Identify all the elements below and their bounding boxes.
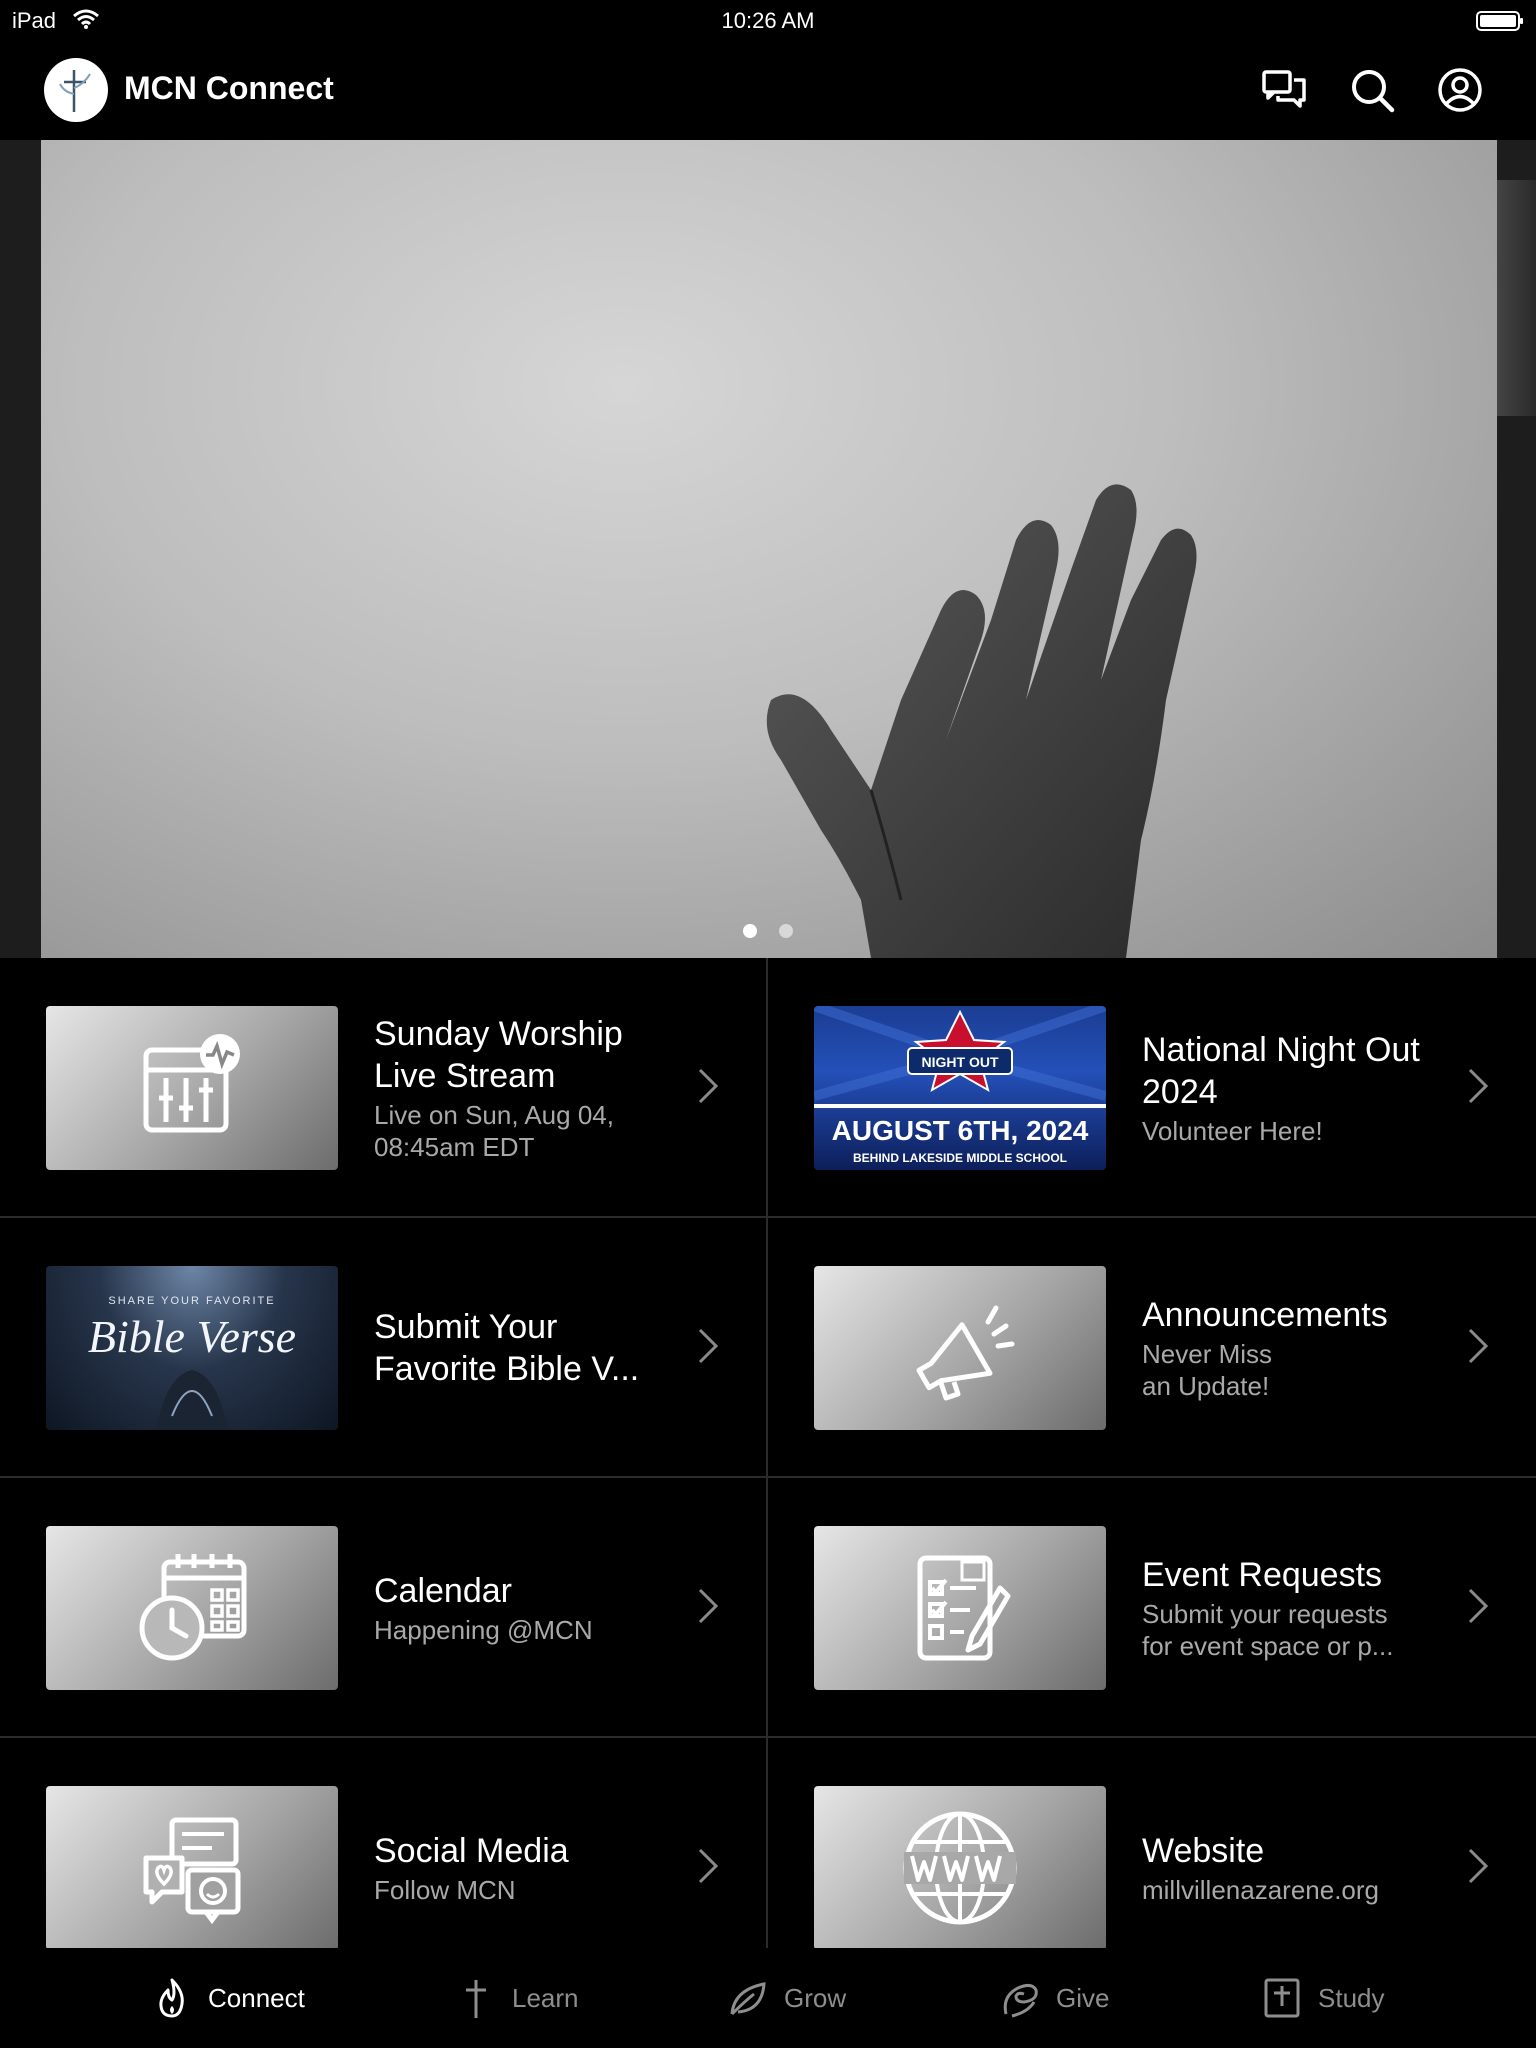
carousel-pagination [0, 924, 1536, 943]
calendar-clock-icon [139, 1554, 247, 1661]
app-header: MCN Connect [0, 40, 1536, 140]
tile-calendar[interactable]: Calendar Happening @MCN [0, 1478, 768, 1738]
chevron-right-icon [698, 1328, 719, 1364]
chevron-right-icon [1468, 1848, 1489, 1884]
give-icon [1003, 1983, 1038, 2018]
tile-title: Calendar [374, 1572, 512, 1610]
bible-icon [1264, 1978, 1300, 2018]
cross-icon [466, 1980, 486, 2018]
tile-title: National Night Out 2024 [1142, 1031, 1420, 1111]
tile-bible-verse[interactable]: SHARE YOUR FAVORITE Bible Verse Submit Y… [0, 1218, 768, 1478]
tile-thumbnail [46, 1786, 338, 1948]
tab-label: Connect [208, 1982, 305, 2013]
chevron-right-icon [1468, 1328, 1489, 1364]
tab-label: Grow [784, 1982, 847, 2013]
search-button[interactable] [1348, 66, 1396, 114]
tab-label: Learn [512, 1982, 579, 2013]
chevron-right-icon [698, 1068, 719, 1104]
tile-thumbnail: SHARE YOUR FAVORITE Bible Verse [46, 1266, 338, 1430]
tile-thumbnail: NIGHT OUT AUGUST 6TH, 2024 BEHIND LAKESI… [814, 1006, 1106, 1170]
tile-title: Submit Your Favorite Bible V... [374, 1308, 640, 1388]
tile-subtitle: Never Miss an Update! [1142, 1339, 1273, 1401]
app-title: MCN Connect [124, 70, 334, 106]
carousel-dot-2[interactable] [779, 924, 794, 938]
next-slide-peek [1497, 180, 1536, 416]
live-stream-icon [143, 1034, 240, 1133]
profile-button[interactable] [1436, 66, 1484, 114]
tab-study[interactable]: Study [1260, 1970, 1385, 2026]
tab-label: Study [1318, 1982, 1385, 2013]
tile-subtitle: Volunteer Here! [1142, 1116, 1323, 1146]
leaf-icon [730, 1982, 766, 2016]
tile-national-night-out[interactable]: NIGHT OUT AUGUST 6TH, 2024 BEHIND LAKESI… [768, 958, 1536, 1218]
social-chat-icon [143, 1817, 241, 1925]
chat-icon [1262, 70, 1306, 108]
tile-thumbnail [46, 1526, 338, 1690]
tile-thumbnail [814, 1786, 1106, 1948]
tile-title: Website [1142, 1832, 1265, 1870]
checklist-icon [917, 1555, 1011, 1661]
app-screen: iPad 10:26 AM MCN Connect Sunday Worship… [0, 0, 1536, 2048]
status-bar: iPad 10:26 AM [0, 0, 1536, 40]
night-out-banner: NIGHT OUT AUGUST 6TH, 2024 BEHIND LAKESI… [814, 1006, 1106, 1165]
tile-subtitle: Submit your requests for event space or … [1142, 1599, 1394, 1661]
raised-hand-image [766, 484, 1197, 958]
bible-banner-script-text: Bible Verse [88, 1311, 296, 1362]
bible-banner-small-text: SHARE YOUR FAVORITE [108, 1295, 275, 1307]
tile-title: Announcements [1142, 1296, 1388, 1334]
flame-icon [159, 1978, 184, 2018]
church-logo[interactable] [44, 58, 108, 122]
tab-label: Give [1056, 1982, 1110, 2013]
megaphone-icon [916, 1305, 1015, 1401]
bottom-tab-bar: Connect Learn Grow Give Study [0, 1948, 1536, 2048]
night-out-badge-text: NIGHT OUT [922, 1054, 999, 1070]
tab-grow[interactable]: Grow [726, 1970, 846, 2026]
tile-subtitle: Happening @MCN [374, 1615, 593, 1645]
tile-website[interactable]: Website millvillenazarene.org [768, 1738, 1536, 1948]
tile-title: Event Requests [1142, 1556, 1383, 1594]
tile-announcements[interactable]: Announcements Never Miss an Update! [768, 1218, 1536, 1478]
tile-subtitle: Live on Sun, Aug 04, 08:45am EDT [374, 1100, 614, 1162]
night-out-location-text: BEHIND LAKESIDE MIDDLE SCHOOL [853, 1151, 1067, 1165]
hero-carousel[interactable] [0, 140, 1536, 958]
tile-social-media[interactable]: Social Media Follow MCN [0, 1738, 768, 1948]
tile-title: Social Media [374, 1832, 569, 1870]
chevron-right-icon [698, 1588, 719, 1624]
tile-thumbnail [814, 1526, 1106, 1690]
chevron-right-icon [1468, 1068, 1489, 1104]
tile-text: Submit Your Favorite Bible V... [374, 1218, 674, 1478]
tile-thumbnail [814, 1266, 1106, 1430]
search-icon [1352, 70, 1395, 113]
tile-text: Sunday Worship Live Stream Live on Sun, … [374, 958, 674, 1218]
tile-sunday-worship[interactable]: Sunday Worship Live Stream Live on Sun, … [0, 958, 768, 1218]
chevron-right-icon [1468, 1588, 1489, 1624]
tile-thumbnail [46, 1006, 338, 1170]
hero-slide-praying-hand[interactable] [41, 140, 1497, 958]
messages-button[interactable] [1260, 66, 1308, 114]
bible-verse-banner: SHARE YOUR FAVORITE Bible Verse [88, 1295, 296, 1430]
tab-connect[interactable]: Connect [150, 1970, 305, 2026]
tile-text: Announcements Never Miss an Update! [1142, 1218, 1442, 1478]
chevron-right-icon [698, 1848, 719, 1884]
globe-www-icon [903, 1811, 1017, 1925]
tile-event-requests[interactable]: Event Requests Submit your requests for … [768, 1478, 1536, 1738]
tile-text: Event Requests Submit your requests for … [1142, 1478, 1442, 1738]
tile-subtitle: Follow MCN [374, 1875, 516, 1905]
carousel-dot-1[interactable] [742, 924, 757, 938]
connect-tiles-grid: Sunday Worship Live Stream Live on Sun, … [0, 958, 1536, 1948]
tab-learn[interactable]: Learn [454, 1970, 579, 2026]
tile-text: Website millvillenazarene.org [1142, 1738, 1442, 1948]
night-out-date-text: AUGUST 6TH, 2024 [832, 1115, 1089, 1146]
cross-logo-icon [59, 70, 91, 112]
tile-text: National Night Out 2024 Volunteer Here! [1142, 958, 1442, 1218]
tile-title: Sunday Worship Live Stream [374, 1015, 623, 1095]
tab-give[interactable]: Give [998, 1970, 1109, 2026]
battery-icon [1476, 11, 1523, 31]
clock: 10:26 AM [721, 8, 815, 33]
tile-text: Calendar Happening @MCN [374, 1478, 674, 1738]
tile-text: Social Media Follow MCN [374, 1738, 674, 1948]
user-icon [1438, 68, 1482, 112]
tile-subtitle: millvillenazarene.org [1142, 1875, 1379, 1905]
